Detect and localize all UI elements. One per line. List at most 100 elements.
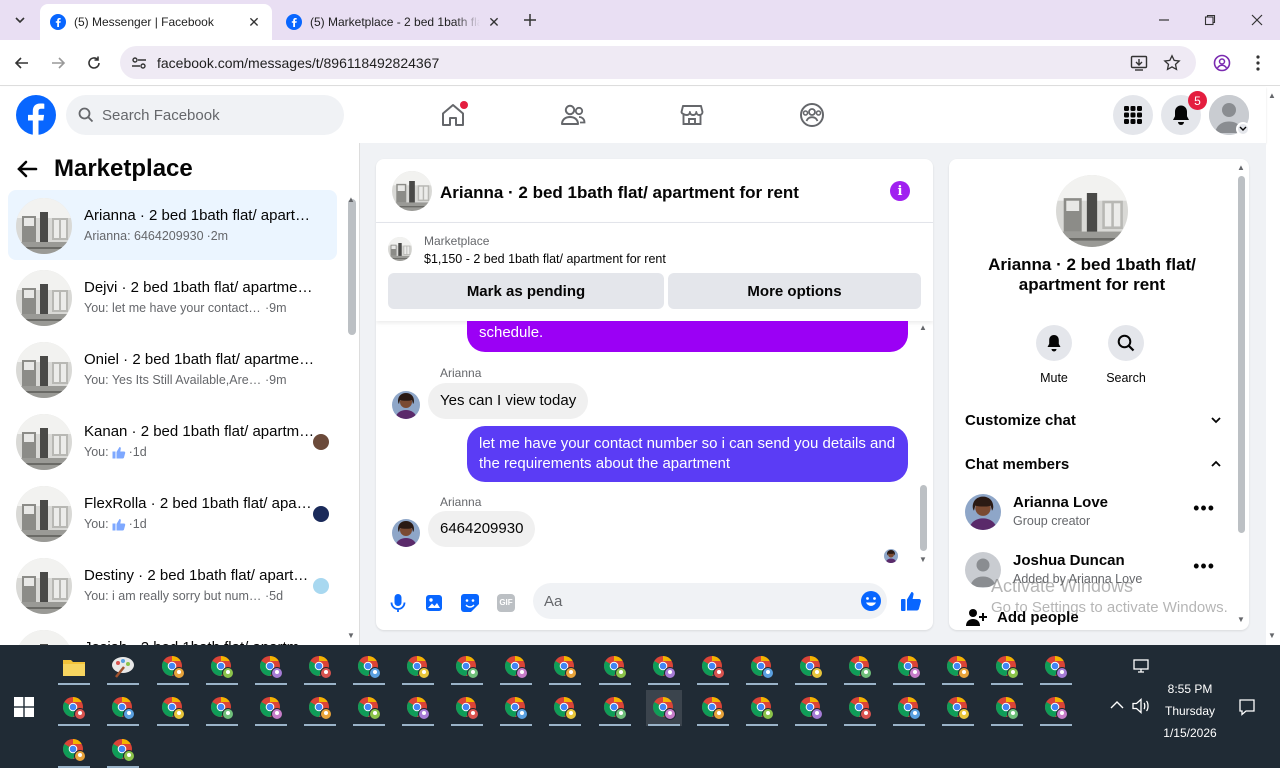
taskbar-chrome-window[interactable] (989, 690, 1025, 726)
minimize-button[interactable] (1150, 6, 1178, 34)
member-row[interactable]: Arianna Love Group creator ••• (965, 490, 1221, 534)
conversation-list-scrollbar[interactable] (348, 199, 356, 335)
taskbar-chrome-window[interactable] (744, 690, 780, 726)
mute-button[interactable]: Mute (1024, 325, 1084, 385)
install-app-icon[interactable] (1130, 54, 1148, 72)
windows-start-icon[interactable] (14, 697, 34, 717)
action-center-icon[interactable] (1238, 698, 1256, 716)
taskbar-chrome-window[interactable] (155, 690, 191, 726)
taskbar-chrome-window[interactable] (400, 649, 436, 685)
address-bar[interactable]: facebook.com/messages/t/896118492824367 (120, 46, 1196, 79)
tab-search-button[interactable] (8, 8, 32, 32)
taskbar-clock[interactable]: 8:55 PM Thursday 1/15/2026 (1152, 678, 1228, 744)
taskbar-chrome-window[interactable] (695, 649, 731, 685)
conversation-item[interactable]: Destiny · 2 bed 1bath flat/ apartment fo… (8, 550, 337, 620)
taskbar-chrome-window[interactable] (449, 649, 485, 685)
taskbar-chrome-window[interactable] (204, 649, 240, 685)
chat-scrollbar[interactable] (920, 485, 927, 551)
taskbar-chrome-window[interactable] (56, 732, 92, 768)
page-scroll-down-arrow[interactable]: ▼ (1268, 631, 1276, 640)
taskbar-chrome-window[interactable] (105, 732, 141, 768)
taskbar-chrome-window[interactable] (253, 649, 289, 685)
reload-button[interactable] (80, 49, 108, 77)
facebook-logo-icon[interactable] (16, 95, 56, 135)
new-tab-button[interactable] (518, 8, 542, 32)
taskbar-chrome-window[interactable] (302, 690, 338, 726)
browser-menu-button[interactable] (1244, 49, 1272, 77)
member-more-icon[interactable]: ••• (1193, 556, 1215, 577)
nav-friends[interactable] (553, 95, 593, 135)
close-window-button[interactable] (1243, 6, 1271, 34)
scroll-up-arrow[interactable]: ▲ (1237, 163, 1245, 172)
taskbar-chrome-window[interactable] (940, 690, 976, 726)
taskbar-chrome-window[interactable] (351, 690, 387, 726)
account-chevron[interactable] (1236, 122, 1250, 136)
chat-title[interactable]: Arianna · 2 bed 1bath flat/ apartment fo… (440, 183, 799, 203)
taskbar-chrome-window[interactable] (597, 649, 633, 685)
taskbar-chrome-window[interactable] (597, 690, 633, 726)
attach-photo-button[interactable] (422, 591, 446, 615)
restore-button[interactable] (1196, 6, 1224, 34)
search-conversation-button[interactable]: Search (1096, 325, 1156, 385)
taskbar-chrome-window[interactable] (793, 690, 829, 726)
taskbar-file-explorer[interactable] (56, 649, 92, 685)
scroll-up-arrow[interactable]: ▲ (919, 323, 927, 332)
taskbar-chrome-window[interactable] (498, 649, 534, 685)
nav-marketplace[interactable] (672, 95, 712, 135)
gif-button[interactable]: GIF (494, 591, 518, 615)
back-button[interactable] (8, 49, 36, 77)
sender-avatar[interactable] (392, 391, 420, 419)
sender-avatar[interactable] (392, 519, 420, 547)
scroll-down-arrow[interactable]: ▼ (919, 555, 927, 564)
conversation-item[interactable]: FlexRolla · 2 bed 1bath flat/ apartment … (8, 478, 337, 548)
info-icon[interactable]: i (890, 181, 910, 201)
chat-members-row[interactable]: Chat members (965, 452, 1221, 476)
sticker-button[interactable] (458, 591, 482, 615)
conversation-item[interactable]: Josiah · 2 bed 1bath flat/ apartment for… (8, 622, 337, 645)
taskbar-chrome-window[interactable] (1038, 649, 1074, 685)
taskbar-chrome-window[interactable] (105, 690, 141, 726)
conversation-item[interactable]: Oniel · 2 bed 1bath flat/ apartment for … (8, 334, 337, 404)
taskbar-chrome-window[interactable] (302, 649, 338, 685)
tab-messenger[interactable]: (5) Messenger | Facebook ✕ (40, 4, 272, 40)
nav-groups[interactable] (792, 95, 832, 135)
taskbar-chrome-window[interactable] (498, 690, 534, 726)
taskbar-chrome-window[interactable] (547, 649, 583, 685)
scroll-up-arrow[interactable]: ▲ (347, 195, 355, 204)
forward-button[interactable] (44, 49, 72, 77)
taskbar-chrome-window[interactable] (646, 649, 682, 685)
taskbar-chrome-window[interactable] (449, 690, 485, 726)
taskbar-chrome-window[interactable] (1038, 690, 1074, 726)
tab-marketplace[interactable]: (5) Marketplace - 2 bed 1bath flat ✕ (276, 4, 512, 40)
page-scroll-up-arrow[interactable]: ▲ (1268, 91, 1276, 100)
taskbar-chrome-window[interactable] (204, 690, 240, 726)
member-row[interactable]: Joshua Duncan Added by Arianna Love ••• (965, 548, 1221, 592)
facebook-search-box[interactable] (66, 95, 344, 135)
menu-button[interactable] (1113, 95, 1153, 135)
chevron-up-icon[interactable] (1110, 700, 1124, 710)
taskbar-chrome-window[interactable] (400, 690, 436, 726)
listing-price-title[interactable]: $1,150 - 2 bed 1bath flat/ apartment for… (424, 252, 666, 266)
more-options-button[interactable]: More options (668, 273, 921, 309)
network-display-icon[interactable] (1132, 658, 1152, 674)
taskbar-chrome-window[interactable] (744, 649, 780, 685)
send-like-button[interactable] (898, 588, 924, 614)
nav-home[interactable] (433, 95, 473, 135)
taskbar-paint[interactable] (105, 649, 141, 685)
member-more-icon[interactable]: ••• (1193, 498, 1215, 519)
back-arrow-icon[interactable] (16, 160, 38, 178)
taskbar-chrome-window[interactable] (989, 649, 1025, 685)
taskbar-chrome-window[interactable] (253, 690, 289, 726)
taskbar-chrome-window[interactable] (793, 649, 829, 685)
facebook-search-input[interactable] (102, 106, 322, 124)
message-input[interactable] (544, 592, 844, 610)
taskbar-chrome-window[interactable] (891, 690, 927, 726)
details-scrollbar[interactable] (1238, 176, 1245, 533)
add-people-button[interactable]: Add people (965, 607, 1079, 627)
conversation-item[interactable]: Kanan · 2 bed 1bath flat/ apartment for … (8, 406, 337, 476)
profile-button[interactable] (1208, 49, 1236, 77)
scroll-down-arrow[interactable]: ▼ (347, 631, 355, 640)
listing-thumbnail[interactable] (388, 237, 412, 261)
taskbar-chrome-window[interactable] (940, 649, 976, 685)
taskbar-chrome-window[interactable] (695, 690, 731, 726)
